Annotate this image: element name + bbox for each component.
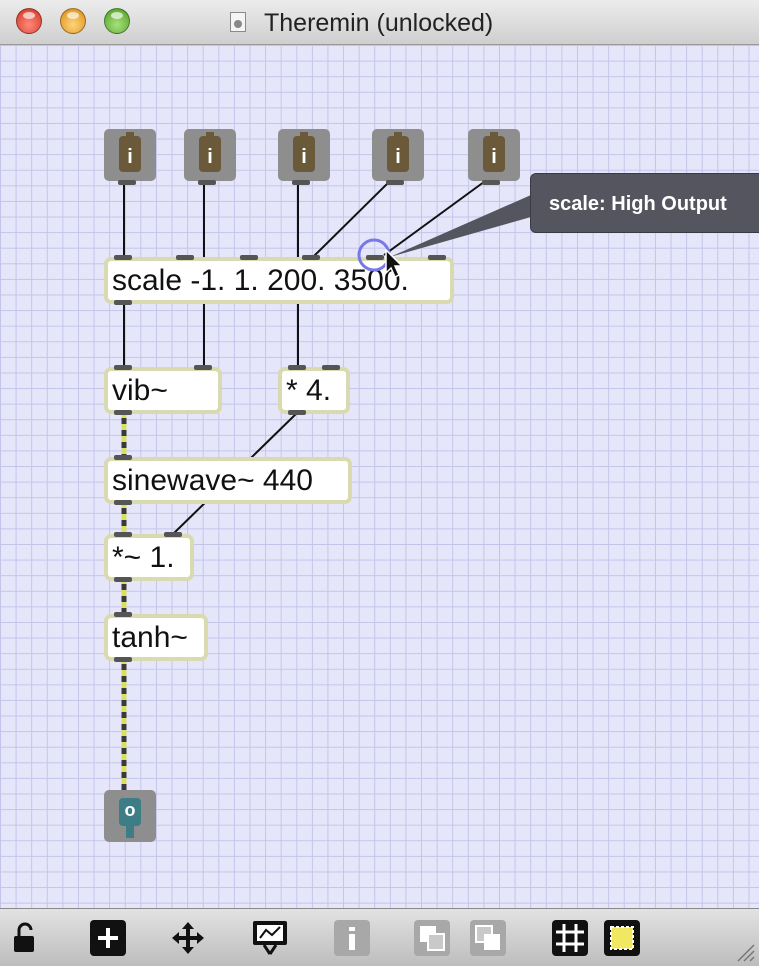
close-button[interactable] bbox=[16, 8, 42, 34]
document-icon bbox=[230, 12, 246, 32]
inlet-hover-highlight bbox=[357, 238, 391, 272]
move-icon[interactable] bbox=[170, 920, 206, 956]
window-title: Theremin (unlocked) bbox=[264, 9, 494, 37]
patch-canvas[interactable]: i i i i i scale -1. 1. 200. 3500. vib~ *… bbox=[0, 45, 759, 908]
resize-grip-icon[interactable] bbox=[735, 942, 755, 962]
snap-to-grid-icon[interactable] bbox=[604, 920, 640, 956]
title-bar[interactable]: Theremin (unlocked) bbox=[0, 0, 759, 45]
inlet-tooltip: scale: High Output bbox=[530, 173, 759, 233]
bring-front-icon[interactable] bbox=[414, 920, 450, 956]
patcher-toolbar bbox=[0, 908, 759, 966]
minimize-button[interactable] bbox=[60, 8, 86, 34]
inspector-icon[interactable] bbox=[334, 920, 370, 956]
grid-icon[interactable] bbox=[552, 920, 588, 956]
patcher-window: Theremin (unlocked) i i i i i scale -1. … bbox=[0, 0, 759, 966]
zoom-button[interactable] bbox=[104, 8, 130, 34]
lock-icon[interactable] bbox=[10, 920, 46, 956]
send-back-icon[interactable] bbox=[470, 920, 506, 956]
new-object-icon[interactable] bbox=[90, 920, 126, 956]
presentation-icon[interactable] bbox=[252, 920, 288, 956]
